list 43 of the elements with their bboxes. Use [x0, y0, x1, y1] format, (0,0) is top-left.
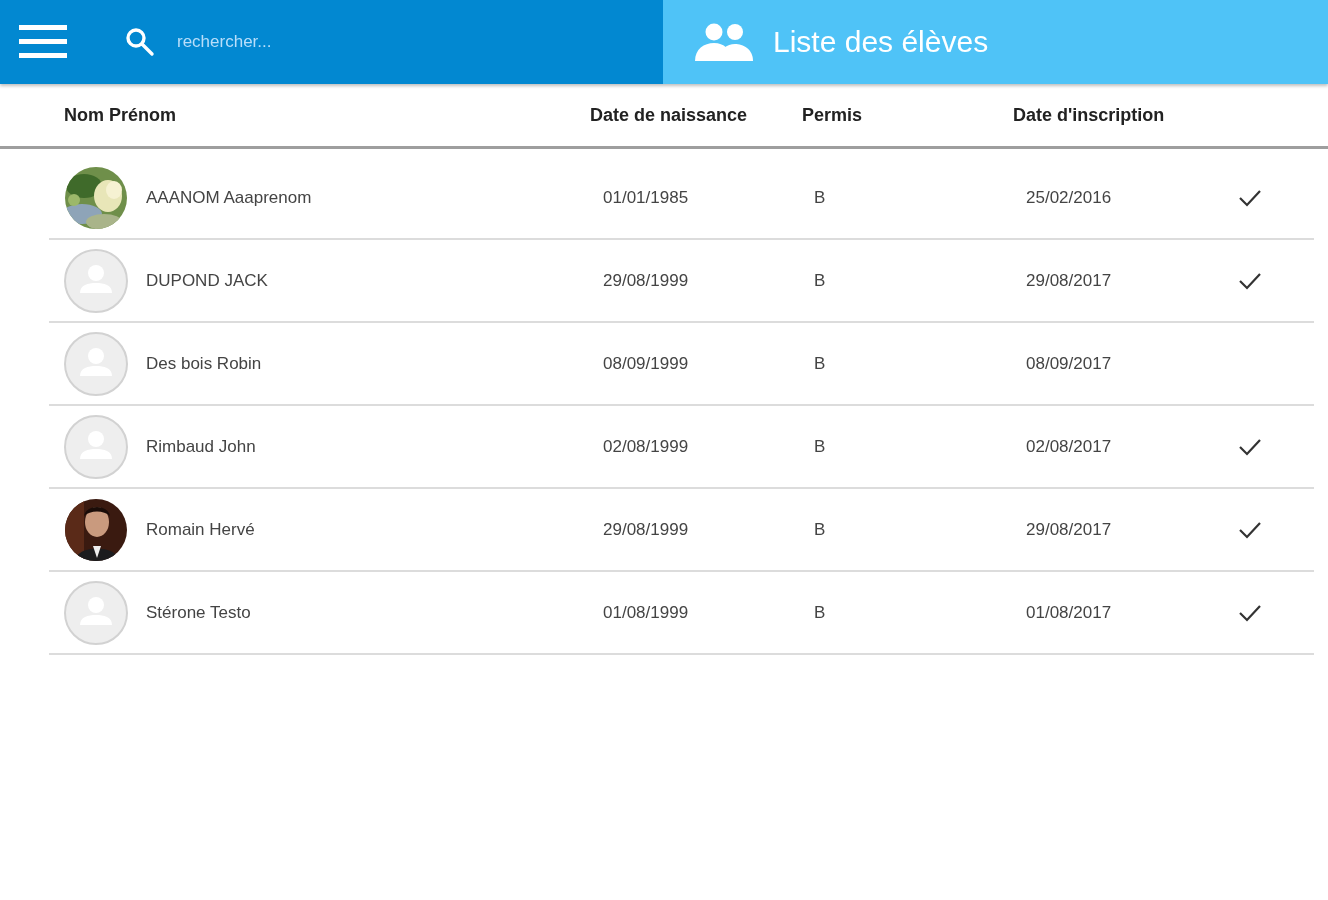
column-header: Nom Prénom	[63, 104, 178, 126]
registration-date: 01/08/2017	[1025, 602, 1113, 623]
registration-date: 08/09/2017	[1025, 353, 1113, 374]
avatar-placeholder-icon	[64, 580, 128, 645]
table-row[interactable]: Des bois Robin 08/09/1999 B 08/09/2017	[49, 323, 1314, 406]
table-row[interactable]: Stérone Testo 01/08/1999 B 01/08/2017	[49, 572, 1314, 655]
registration-date: 25/02/2016	[1025, 187, 1113, 208]
table-row[interactable]: AAANOM Aaaprenom 01/01/1985 B 25/02/2016	[49, 157, 1314, 240]
registration-date: 29/08/2017	[1025, 270, 1113, 291]
menu-icon[interactable]	[19, 25, 67, 59]
student-name: Rimbaud John	[146, 436, 256, 457]
birth-date: 29/08/1999	[602, 270, 690, 291]
birth-date: 01/01/1985	[602, 187, 690, 208]
column-header: Date d'inscription	[1013, 104, 1166, 126]
birth-date: 01/08/1999	[602, 602, 690, 623]
license-type: B	[813, 270, 827, 291]
student-name: Des bois Robin	[146, 353, 262, 374]
student-name: DUPOND JACK	[146, 270, 268, 291]
table-row[interactable]: DUPOND JACK 29/08/1999 B 29/08/2017	[49, 240, 1314, 323]
student-name: AAANOM Aaaprenom	[146, 187, 312, 208]
column-header: Date de naissance	[590, 104, 749, 126]
birth-date: 02/08/1999	[602, 436, 690, 457]
birth-date: 29/08/1999	[602, 519, 690, 540]
table-row[interactable]: Rimbaud John 02/08/1999 B 02/08/2017	[49, 406, 1314, 489]
license-type: B	[813, 187, 827, 208]
page-title: Liste des élèves	[773, 25, 989, 59]
student-name: Romain Hervé	[146, 519, 255, 540]
avatar-placeholder-icon	[64, 414, 128, 479]
birth-date: 08/09/1999	[602, 353, 690, 374]
column-header: Permis	[802, 104, 864, 126]
registration-date: 02/08/2017	[1025, 436, 1113, 457]
license-type: B	[813, 353, 827, 374]
registration-date: 29/08/2017	[1025, 519, 1113, 540]
student-name: Stérone Testo	[146, 602, 251, 623]
search-field[interactable]: rechercher...	[175, 26, 479, 58]
avatar-placeholder-icon	[64, 331, 128, 396]
license-type: B	[813, 602, 827, 623]
people-icon	[695, 23, 755, 61]
license-type: B	[813, 436, 827, 457]
search-icon[interactable]	[125, 27, 155, 57]
avatar-placeholder-icon	[64, 248, 128, 313]
license-type: B	[813, 519, 827, 540]
table-row[interactable]: Romain Hervé 29/08/1999 B 29/08/2017	[49, 489, 1314, 572]
